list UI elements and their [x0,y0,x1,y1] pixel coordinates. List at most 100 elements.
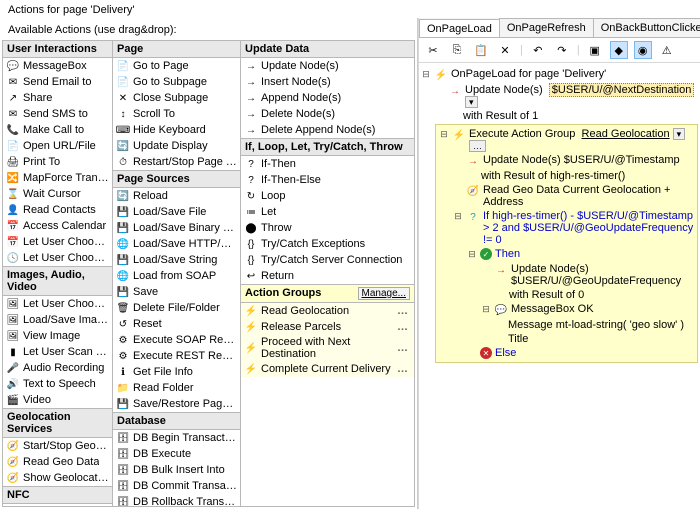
tree-item[interactable]: Execute Action Group Read Geolocation ▾ … [469,128,694,152]
action-item[interactable]: 🗄DB Execute [113,446,240,462]
action-item[interactable]: →Delete Node(s) [241,106,414,122]
action-item[interactable]: ↺Reset [113,316,240,332]
action-item[interactable]: {}Try/Catch Exceptions [241,236,414,252]
manage-action-groups-button[interactable]: Manage... [358,287,410,300]
toolbar-undo-icon[interactable]: ↶ [529,41,547,59]
tree-collapse-icon[interactable]: ⊟ [439,128,449,141]
dropdown-button[interactable]: ▾ [673,128,686,140]
tree-then[interactable]: Then [495,248,694,260]
action-item[interactable]: 🗄DB Bulk Insert Into [113,462,240,478]
tree-else[interactable]: Else [495,347,694,359]
toolbar-warning-icon[interactable]: ⚠ [658,41,676,59]
action-item[interactable]: ℹGet File Info [113,364,240,380]
action-item[interactable]: 🔄Update Display [113,138,240,154]
action-item[interactable]: 🎬Video [3,392,112,408]
action-item[interactable]: 🗑Delete File/Folder [113,300,240,316]
toolbar-expand-icon[interactable]: ▣ [586,41,604,59]
action-item[interactable]: ⚡Read Geolocation… [241,303,414,319]
action-item[interactable]: 💬MessageBox [3,58,112,74]
action-item[interactable]: ⚙Execute SOAP Request [113,332,240,348]
tree-item[interactable]: Update Node(s) $USER/U/@GeoUpdateFrequen… [511,263,694,287]
action-item[interactable]: 🌐Load/Save HTTP/FTP [113,236,240,252]
tree-item[interactable]: Read Geo Data Current Geolocation + Addr… [483,184,694,208]
action-item[interactable]: 💾Load/Save File [113,204,240,220]
action-item[interactable]: {}Try/Catch Server Connection [241,252,414,268]
action-item[interactable]: ✉Send Email to [3,74,112,90]
action-item[interactable]: ⚡Release Parcels… [241,319,414,335]
tree-item[interactable]: Update Node(s) $USER/U/@NextDestination … [465,84,698,108]
action-item[interactable]: ?If-Then-Else [241,172,414,188]
action-item[interactable]: 🕓Let User Choose Time [3,250,112,266]
tab-onpageload[interactable]: OnPageLoad [419,19,500,38]
action-item[interactable]: 🖼Load/Save Image [3,312,112,328]
action-item[interactable]: ✕Close Subpage [113,90,240,106]
action-item[interactable]: 🧭Read Geo Data [3,454,112,470]
action-item[interactable]: 💾Save [113,284,240,300]
tree-collapse-icon[interactable]: ⊟ [467,248,477,261]
action-item[interactable]: 🗄DB Commit Transaction [113,478,240,494]
tab-onbackbuttonclicked[interactable]: OnBackButtonClicked [593,18,700,37]
action-item[interactable]: 🔀MapForce Transfer [3,170,112,186]
action-item[interactable]: 🧭Start/Stop Geo Tracking [3,438,112,454]
tree-item[interactable]: Update Node(s) $USER/U/@Timestamp [483,154,694,166]
action-item[interactable]: ↩Return [241,268,414,284]
toolbar-delete-icon[interactable]: ✕ [496,41,514,59]
action-item[interactable]: 🗄DB Begin Transaction [113,430,240,446]
xpath-edit-button[interactable]: ▾ [465,96,478,108]
action-item[interactable]: 🖨Print To [3,154,112,170]
action-item[interactable]: ⌨Hide Keyboard [113,122,240,138]
action-item[interactable]: 📄Open URL/File [3,138,112,154]
action-item[interactable]: 📅Access Calendar [3,218,112,234]
tree-collapse-icon[interactable]: ⊟ [481,303,491,316]
toolbar-toggle1-icon[interactable]: ◆ [610,41,628,59]
action-item[interactable]: 🌐Load from SOAP [113,268,240,284]
toolbar-paste-icon[interactable]: 📋 [472,41,490,59]
action-item[interactable]: →Append Node(s) [241,90,414,106]
action-item[interactable]: 🔄Reload [113,188,240,204]
more-icon[interactable]: … [394,342,411,354]
action-item[interactable]: ≔Let [241,204,414,220]
action-item[interactable]: ⚡Proceed with Next Destination… [241,335,414,361]
action-item[interactable]: ⚡Complete Current Delivery… [241,361,414,377]
more-icon[interactable]: … [394,321,411,333]
tree-collapse-icon[interactable]: ⊟ [421,68,431,81]
action-item[interactable]: 📁Read Folder [113,380,240,396]
action-item[interactable]: ▮Let User Scan Barcode [3,344,112,360]
toolbar-cut-icon[interactable]: ✂ [424,41,442,59]
action-item[interactable]: 👤Read Contacts [3,202,112,218]
more-icon[interactable]: … [394,363,411,375]
action-item[interactable]: →Update Node(s) [241,58,414,74]
action-item[interactable]: 🔊Text to Speech [3,376,112,392]
tree-item[interactable]: MessageBox OK [511,303,694,315]
action-item[interactable]: ᯤNFC Start/Stop [3,504,112,507]
action-item[interactable]: ⬤Throw [241,220,414,236]
tab-onpagerefresh[interactable]: OnPageRefresh [499,18,594,37]
action-item[interactable]: 🧭Show Geolocation [3,470,112,486]
action-item[interactable]: 🖼Let User Choose Image [3,296,112,312]
action-item[interactable]: 📄Go to Subpage [113,74,240,90]
action-item[interactable]: 💾Load/Save String [113,252,240,268]
action-item[interactable]: 🗄DB Rollback Transaction [113,494,240,507]
action-item[interactable]: ⚙Execute REST Request [113,348,240,364]
tree-collapse-icon[interactable]: ⊟ [453,210,463,223]
action-item[interactable]: 💾Save/Restore Page Sources [113,396,240,412]
action-item[interactable]: 📅Let User Choose Date [3,234,112,250]
action-item[interactable]: ⏱Restart/Stop Page Timer [113,154,240,170]
tree-if[interactable]: If high-res-timer() - $USER/U/@Timestamp… [483,210,694,246]
action-item[interactable]: ?If-Then [241,156,414,172]
action-item[interactable]: 🖼View Image [3,328,112,344]
action-item[interactable]: →Delete Append Node(s) [241,122,414,138]
toolbar-copy-icon[interactable]: ⎘ [448,41,466,59]
more-button[interactable]: … [469,140,486,152]
action-item[interactable]: 📞Make Call to [3,122,112,138]
toolbar-toggle2-icon[interactable]: ◉ [634,41,652,59]
action-item[interactable]: ✉Send SMS to [3,106,112,122]
action-item[interactable]: →Insert Node(s) [241,74,414,90]
more-icon[interactable]: … [394,305,411,317]
action-item[interactable]: 💾Load/Save Binary File [113,220,240,236]
action-item[interactable]: ⌛Wait Cursor [3,186,112,202]
action-tree[interactable]: ⊟ ⚡ OnPageLoad for page 'Delivery' → Upd… [419,63,700,509]
action-item[interactable]: 🎤Audio Recording [3,360,112,376]
action-item[interactable]: ↻Loop [241,188,414,204]
action-item[interactable]: 📄Go to Page [113,58,240,74]
